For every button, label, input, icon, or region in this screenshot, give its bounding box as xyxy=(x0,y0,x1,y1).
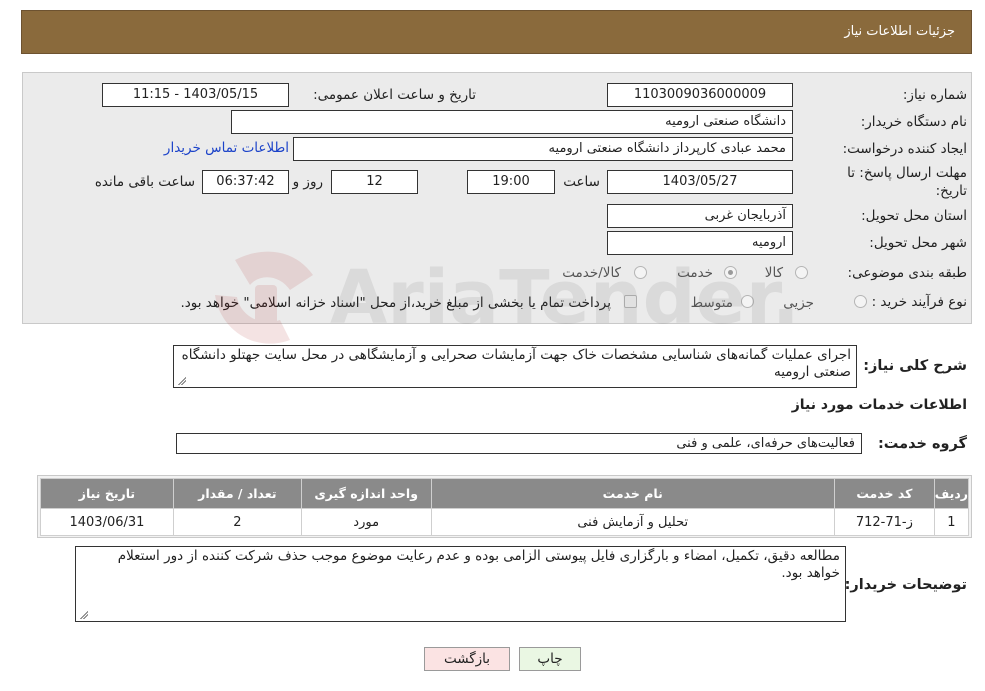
buyer-label: نام دستگاه خریدار: xyxy=(860,114,967,130)
buyer-notes-label: توضیحات خریدار: xyxy=(844,577,967,593)
process-option-minor: جزیی xyxy=(783,295,814,311)
col-header-row: ردیف xyxy=(933,478,970,509)
col-header-date: تاریخ نیاز xyxy=(40,478,174,509)
announce-label: تاریخ و ساعت اعلان عمومی: xyxy=(313,87,476,103)
category-radio-goods[interactable] xyxy=(795,266,808,279)
city-field: ارومیه xyxy=(607,231,793,255)
cell-service-code: ز-71-712 xyxy=(833,508,935,536)
services-section-title: اطلاعات خدمات مورد نیاز xyxy=(791,397,967,413)
col-header-code: کد خدمت xyxy=(833,478,935,509)
process-label: نوع فرآیند خرید : xyxy=(871,294,967,310)
deadline-label-line2: تاریخ: xyxy=(935,183,967,199)
service-group-label: گروه خدمت: xyxy=(877,436,967,452)
need-number-field: 1103009036000009 xyxy=(607,83,793,107)
process-option-medium: متوسط xyxy=(690,295,733,311)
city-label: شهر محل تحویل: xyxy=(869,235,967,251)
resize-grip-icon[interactable] xyxy=(177,376,186,385)
creator-label: ایجاد کننده درخواست: xyxy=(842,141,967,157)
process-radio-minor[interactable] xyxy=(854,295,867,308)
print-button[interactable]: چاپ xyxy=(519,647,581,671)
table-row: 1 ز-71-712 تحلیل و آزمایش فنی مورد 2 140… xyxy=(40,508,970,536)
deadline-date-field: 1403/05/27 xyxy=(607,170,793,194)
remaining-label: ساعت باقی مانده xyxy=(94,174,195,190)
category-option-service: خدمت xyxy=(677,265,713,281)
category-radio-service[interactable] xyxy=(724,266,737,279)
page-header: جزئیات اطلاعات نیاز xyxy=(21,10,972,54)
description-label: شرح کلی نیاز: xyxy=(863,358,967,374)
description-textarea[interactable]: اجرای عملیات گمانه‌های شناسایی مشخصات خا… xyxy=(173,345,857,388)
cell-quantity: 2 xyxy=(172,508,302,536)
process-radio-medium[interactable] xyxy=(741,295,754,308)
resize-grip-icon[interactable] xyxy=(79,610,88,619)
services-table-header: ردیف کد خدمت نام خدمت واحد اندازه گیری ت… xyxy=(40,478,970,509)
announce-datetime-field: 1403/05/15 - 11:15 xyxy=(102,83,289,107)
category-label: طبقه بندی موضوعی: xyxy=(847,265,967,281)
cell-unit: مورد xyxy=(300,508,432,536)
buyer-notes-textarea[interactable]: مطالعه دقیق، تکمیل، امضاء و بارگزاری فای… xyxy=(75,546,846,622)
remaining-time-field: 06:37:42 xyxy=(202,170,289,194)
col-header-unit: واحد اندازه گیری xyxy=(300,478,432,509)
cell-need-date: 1403/06/31 xyxy=(40,508,174,536)
province-field: آذربایجان غربی xyxy=(607,204,793,228)
service-group-field: فعالیت‌های حرفه‌ای، علمی و فنی xyxy=(176,433,862,454)
col-header-name: نام خدمت xyxy=(430,478,835,509)
buyer-notes-text: مطالعه دقیق، تکمیل، امضاء و بارگزاری فای… xyxy=(117,548,840,581)
description-text: اجرای عملیات گمانه‌های شناسایی مشخصات خا… xyxy=(181,347,851,380)
page-title: جزئیات اطلاعات نیاز xyxy=(844,24,955,39)
buyer-contact-link[interactable]: اطلاعات تماس خریدار xyxy=(164,140,289,156)
cell-row-number: 1 xyxy=(933,508,970,536)
province-label: استان محل تحویل: xyxy=(861,208,967,224)
days-label: روز و xyxy=(292,174,323,190)
treasury-payment-note: پرداخت تمام یا بخشی از مبلغ خرید،از محل … xyxy=(180,295,611,311)
need-number-label: شماره نیاز: xyxy=(902,87,967,103)
category-option-goods: کالا xyxy=(764,265,783,281)
buyer-field: دانشگاه صنعتی ارومیه xyxy=(231,110,793,134)
back-button[interactable]: بازگشت xyxy=(424,647,510,671)
deadline-time-field: 19:00 xyxy=(467,170,555,194)
services-table: ردیف کد خدمت نام خدمت واحد اندازه گیری ت… xyxy=(40,478,970,536)
creator-field: محمد عبادی کارپرداز دانشگاه صنعتی ارومیه xyxy=(293,137,793,161)
category-option-goods-service: کالا/خدمت xyxy=(562,265,621,281)
col-header-quantity: تعداد / مقدار xyxy=(172,478,302,509)
category-radio-goods-service[interactable] xyxy=(634,266,647,279)
days-remaining-field: 12 xyxy=(331,170,418,194)
cell-service-name: تحلیل و آزمایش فنی xyxy=(430,508,835,536)
treasury-payment-checkbox[interactable] xyxy=(624,295,637,308)
deadline-label-line1: مهلت ارسال پاسخ: تا xyxy=(847,165,967,181)
deadline-time-label: ساعت xyxy=(563,174,600,190)
